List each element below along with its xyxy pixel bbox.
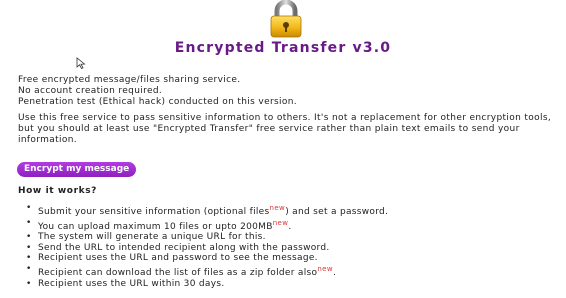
mouse-cursor-icon [76,57,86,69]
how-it-works-heading: How it works? [18,186,97,196]
list-item: Submit your sensitive information (optio… [26,203,389,218]
how-it-works-list: Submit your sensitive information (optio… [18,203,388,289]
intro-line: No account creation required. [18,86,163,96]
intro-text: Free encrypted message/files sharing ser… [18,75,297,108]
list-item: You can upload maximum 10 files or upto … [26,218,388,233]
step-suffix: . [333,267,337,278]
step-text: Submit your sensitive information (optio… [38,207,270,217]
encrypt-message-button[interactable]: Encrypt my message [17,162,137,177]
padlock-icon [270,0,302,38]
step-text: Recipient can download the list of files… [38,267,318,278]
page-title: Encrypted Transfer v3.0 [174,40,392,56]
new-badge: new [317,264,333,273]
intro-line: Penetration test (Ethical hack) conducte… [18,97,298,107]
list-item: Recipient uses the URL within 30 days. [26,278,388,290]
new-badge: new [269,204,286,212]
list-item: Recipient can download the list of files… [26,264,388,279]
usage-description: Use this free service to pass sensitive … [18,113,552,145]
step-text: You can upload maximum 10 files or upto … [38,221,273,232]
list-item: Send the URL to intended recipient along… [26,242,388,254]
step-suffix: . [288,221,292,232]
page: Encrypted Transfer v3.0 Free encrypted m… [0,0,566,298]
new-badge: new [272,218,289,227]
intro-line: Free encrypted message/files sharing ser… [18,75,241,85]
step-text: The system will generate a unique URL fo… [38,232,266,243]
step-text: Recipient uses the URL within 30 days. [38,278,225,289]
step-text: Recipient uses the URL and password to s… [38,253,318,264]
list-item: Recipient uses the URL and password to s… [26,253,388,264]
list-item: The system will generate a unique URL fo… [26,232,388,243]
step-text: Send the URL to intended recipient along… [38,242,330,253]
step-suffix: ) and set a password. [285,207,389,217]
